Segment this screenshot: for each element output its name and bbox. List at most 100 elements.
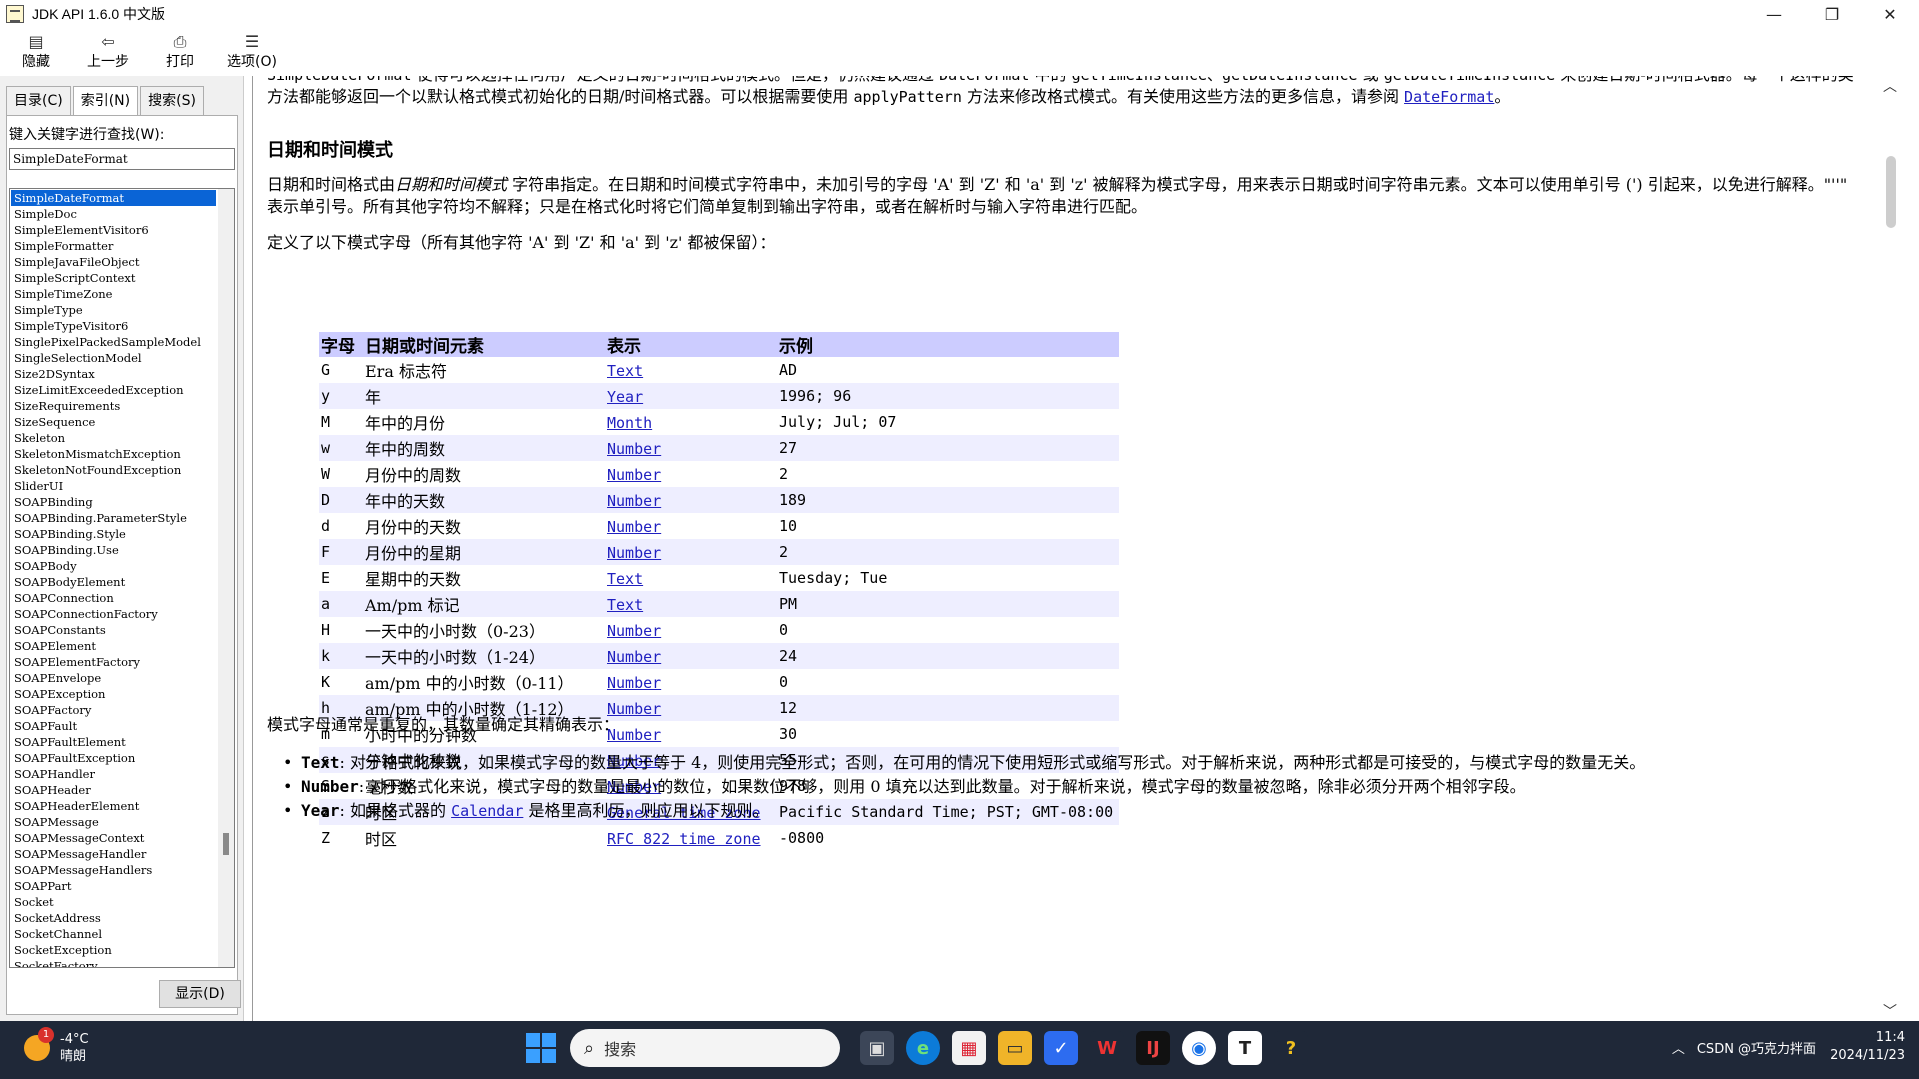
start-icon[interactable] — [526, 1033, 556, 1063]
index-list-item[interactable]: SOAPConstants — [11, 622, 216, 638]
index-list-item[interactable]: SinglePixelPackedSampleModel — [11, 334, 216, 350]
close-button[interactable]: ✕ — [1861, 0, 1919, 28]
index-list-item[interactable]: SkeletonNotFoundException — [11, 462, 216, 478]
index-list-item[interactable]: SOAPPart — [11, 878, 216, 894]
document-scrollbar[interactable]: ︿ ﹀ — [1881, 76, 1899, 1021]
index-list-item[interactable]: SOAPElement — [11, 638, 216, 654]
scroll-down-icon[interactable]: ﹀ — [1881, 1001, 1899, 1021]
index-list-item[interactable]: SOAPFaultException — [11, 750, 216, 766]
index-list-item[interactable]: SOAPEnvelope — [11, 670, 216, 686]
index-list-item[interactable]: SimpleTypeVisitor6 — [11, 318, 216, 334]
intellij-icon[interactable]: IJ — [1136, 1031, 1170, 1065]
index-list-item[interactable]: SOAPMessageContext — [11, 830, 216, 846]
index-list-item[interactable]: SOAPBinding.ParameterStyle — [11, 510, 216, 526]
document-scroll-thumb[interactable] — [1886, 156, 1896, 228]
help-viewer-icon[interactable]: ? — [1274, 1031, 1308, 1065]
index-list-item[interactable]: SOAPHandler — [11, 766, 216, 782]
index-list-item[interactable]: Skeleton — [11, 430, 216, 446]
tray-chevron-icon[interactable]: ︿ — [1672, 1038, 1685, 1057]
index-list-item[interactable]: SOAPFaultElement — [11, 734, 216, 750]
index-list-item[interactable]: SimpleFormatter — [11, 238, 216, 254]
index-list-item[interactable]: SizeSequence — [11, 414, 216, 430]
index-list-item[interactable]: Socket — [11, 894, 216, 910]
index-list-item[interactable]: SOAPBinding — [11, 494, 216, 510]
index-list-item[interactable]: SimpleElementVisitor6 — [11, 222, 216, 238]
index-list-item[interactable]: SOAPFactory — [11, 702, 216, 718]
presentation-link[interactable]: Number — [607, 544, 661, 562]
pattern-paragraph: 日期和时间格式由日期和时间模式 字符串指定。在日期和时间模式字符串中，未加引号的… — [267, 174, 1867, 218]
hide-button[interactable]: ▤ 隐藏 — [0, 28, 72, 76]
edge-icon[interactable]: e — [906, 1031, 940, 1065]
index-list-item[interactable]: SOAPException — [11, 686, 216, 702]
presentation-link[interactable]: Number — [607, 648, 661, 666]
weather-widget[interactable]: 1 -4°C 晴朗 — [24, 1027, 89, 1065]
index-list-item[interactable]: SOAPBody — [11, 558, 216, 574]
index-list-item[interactable]: SocketChannel — [11, 926, 216, 942]
presentation-link[interactable]: Number — [607, 674, 661, 692]
shield-icon[interactable]: ✓ — [1044, 1031, 1078, 1065]
presentation-link[interactable]: Number — [607, 492, 661, 510]
index-list-item[interactable]: SingleSelectionModel — [11, 350, 216, 366]
print-button[interactable]: ⎙ 打印 — [144, 28, 216, 76]
presentation-link[interactable]: Year — [607, 388, 643, 406]
presentation-link[interactable]: Number — [607, 466, 661, 484]
index-list-item[interactable]: SizeLimitExceededException — [11, 382, 216, 398]
folder-icon[interactable]: ▭ — [998, 1031, 1032, 1065]
index-list-item[interactable]: SOAPBinding.Style — [11, 526, 216, 542]
store-icon[interactable]: ▦ — [952, 1031, 986, 1065]
display-button[interactable]: 显示(D) — [159, 980, 241, 1008]
index-list-item[interactable]: SliderUI — [11, 478, 216, 494]
index-list[interactable]: SimpleDateFormat SimpleDoc SimpleElementVi… — [9, 188, 235, 968]
presentation-link[interactable]: Text — [607, 570, 643, 588]
index-list-item[interactable]: SOAPConnection — [11, 590, 216, 606]
index-list-item[interactable]: SOAPMessageHandler — [11, 846, 216, 862]
index-list-item[interactable]: SizeRequirements — [11, 398, 216, 414]
calendar-link[interactable]: Calendar — [451, 802, 523, 820]
index-list-item[interactable]: SOAPConnectionFactory — [11, 606, 216, 622]
index-list-item[interactable]: SocketFactory — [11, 958, 216, 967]
index-list-item[interactable]: SOAPMessage — [11, 814, 216, 830]
tab-index[interactable]: 索引(N) — [72, 86, 139, 116]
index-list-item[interactable]: SOAPFault — [11, 718, 216, 734]
keyword-input[interactable] — [9, 148, 235, 170]
index-list-item[interactable]: SimpleDoc — [11, 206, 216, 222]
minimize-button[interactable]: — — [1745, 0, 1803, 28]
clock[interactable]: 11:4 2024/11/23 — [1830, 1029, 1905, 1065]
index-list-item[interactable]: SkeletonMismatchException — [11, 446, 216, 462]
index-list-item[interactable]: SOAPMessageHandlers — [11, 862, 216, 878]
taskbar-search[interactable]: ⌕ 搜索 — [570, 1029, 840, 1067]
index-list-item[interactable]: SOAPHeader — [11, 782, 216, 798]
index-list-scrollbar[interactable] — [218, 189, 234, 967]
scroll-up-icon[interactable]: ︿ — [1881, 76, 1899, 96]
restore-button[interactable]: ❐ — [1803, 0, 1861, 28]
chrome-icon[interactable]: ◉ — [1182, 1031, 1216, 1065]
index-list-item[interactable]: SimpleDateFormat — [11, 190, 216, 206]
index-list-item[interactable]: SimpleType — [11, 302, 216, 318]
presentation-link[interactable]: Number — [607, 440, 661, 458]
typora-icon[interactable]: T — [1228, 1031, 1262, 1065]
index-list-item[interactable]: SimpleScriptContext — [11, 270, 216, 286]
options-button[interactable]: ☰ 选项(O) — [216, 28, 288, 76]
index-list-item[interactable]: SOAPHeaderElement — [11, 798, 216, 814]
presentation-link[interactable]: Text — [607, 596, 643, 614]
tab-contents[interactable]: 目录(C) — [6, 86, 71, 116]
dateformat-link[interactable]: DateFormat — [1404, 88, 1494, 106]
tab-search[interactable]: 搜索(S) — [140, 86, 204, 116]
presentation-link[interactable]: Text — [607, 362, 643, 380]
index-list-item[interactable]: SOAPElementFactory — [11, 654, 216, 670]
presentation-link[interactable]: RFC 822 time zone — [607, 830, 761, 848]
task-view-icon[interactable]: ▣ — [860, 1031, 894, 1065]
index-list-scroll-thumb[interactable] — [223, 833, 229, 855]
presentation-link[interactable]: Month — [607, 414, 652, 432]
index-list-item[interactable]: SOAPBodyElement — [11, 574, 216, 590]
wps-icon[interactable]: W — [1090, 1031, 1124, 1065]
back-button[interactable]: ⇦ 上一步 — [72, 28, 144, 76]
index-list-item[interactable]: SOAPBinding.Use — [11, 542, 216, 558]
index-list-item[interactable]: SimpleTimeZone — [11, 286, 216, 302]
index-list-item[interactable]: SocketAddress — [11, 910, 216, 926]
presentation-link[interactable]: Number — [607, 518, 661, 536]
index-list-item[interactable]: SimpleJavaFileObject — [11, 254, 216, 270]
index-list-item[interactable]: Size2DSyntax — [11, 366, 216, 382]
presentation-link[interactable]: Number — [607, 622, 661, 640]
index-list-item[interactable]: SocketException — [11, 942, 216, 958]
